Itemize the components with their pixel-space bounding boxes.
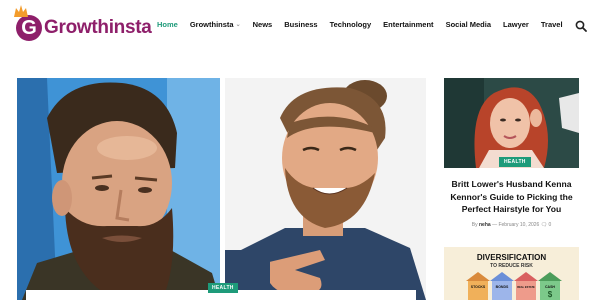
- logo-mark: G: [14, 5, 42, 41]
- logo-letter: G: [21, 17, 37, 39]
- side-category-badge[interactable]: HEALTH: [499, 157, 531, 167]
- svg-text:$: $: [548, 290, 553, 299]
- nav-social-media[interactable]: Social Media: [446, 20, 491, 29]
- side-article-image[interactable]: [444, 78, 579, 168]
- nav-home[interactable]: Home: [157, 20, 178, 29]
- nav-technology[interactable]: Technology: [330, 20, 372, 29]
- crown-icon: [14, 5, 28, 17]
- nav-lawyer[interactable]: Lawyer: [503, 20, 529, 29]
- promo-card[interactable]: DIVERSIFICATION TO REDUCE RISK STOCKS BO…: [444, 247, 579, 300]
- bearded-man-image: [17, 78, 220, 300]
- chevron-down-icon: ⌄: [235, 22, 241, 28]
- hero-image-middle[interactable]: [225, 78, 426, 300]
- asset-houses-illustration: STOCKS BONDS REAL ESTATE CASH $: [466, 272, 562, 300]
- nav-travel[interactable]: Travel: [541, 20, 563, 29]
- post-date: February 10, 2026: [498, 222, 540, 228]
- red-haired-woman-image: [444, 78, 579, 168]
- nav-entertainment[interactable]: Entertainment: [383, 20, 433, 29]
- main-nav: Home Growthinsta ⌄ News Business Technolo…: [157, 20, 563, 29]
- nav-business[interactable]: Business: [284, 20, 317, 29]
- comment-icon[interactable]: 🗨: [541, 222, 547, 228]
- promo-label-bonds: BONDS: [496, 285, 509, 289]
- site-logo[interactable]: G Growthinsta: [14, 5, 152, 46]
- promo-label-cash: CASH: [545, 285, 555, 289]
- author-link[interactable]: neha: [479, 222, 491, 228]
- side-article-meta: By neha — February 10, 2026 🗨 0: [471, 222, 552, 228]
- smiling-man-image: [225, 78, 426, 300]
- promo-label-real-estate: REAL ESTATE: [517, 285, 535, 289]
- promo-label-stocks: STOCKS: [471, 285, 486, 289]
- hero-category-badge[interactable]: HEALTH: [208, 283, 238, 293]
- hero-image-left[interactable]: [17, 78, 220, 300]
- site-header: G Growthinsta Home Growthinsta ⌄ News Bus…: [0, 0, 600, 56]
- comment-count[interactable]: 0: [548, 222, 551, 228]
- logo-text: Growthinsta: [44, 17, 152, 38]
- search-icon[interactable]: [575, 20, 587, 32]
- side-article-title[interactable]: Britt Lower's Husband Kenna Kennor's Gui…: [444, 178, 579, 216]
- nav-growthinsta[interactable]: Growthinsta ⌄: [190, 20, 241, 29]
- nav-news[interactable]: News: [253, 20, 273, 29]
